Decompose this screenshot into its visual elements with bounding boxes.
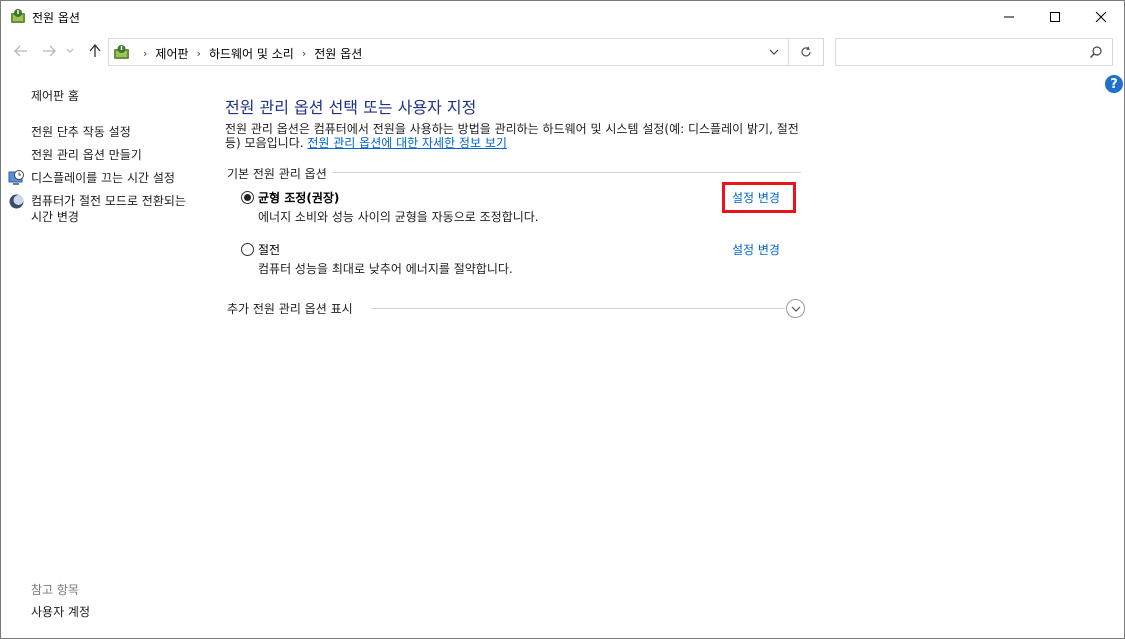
breadcrumb-power-options[interactable]: 전원 옵션 [314,45,362,62]
power-options-app-icon [11,9,25,23]
power-saver-plan-name[interactable]: 절전 [258,241,280,258]
minimize-button[interactable] [986,1,1032,32]
title-bar: 전원 옵션 [1,1,1124,32]
control-panel-home-link[interactable]: 제어판 홈 [31,87,79,104]
page-title: 전원 관리 옵션 선택 또는 사용자 지정 [225,98,477,117]
up-button[interactable] [86,41,104,61]
sleep-moon-icon [9,194,24,209]
breadcrumb-separator-icon[interactable]: › [302,47,306,60]
preferred-plans-heading: 기본 전원 관리 옵션 [227,165,333,182]
additional-plans-divider [371,308,785,309]
display-off-time-link[interactable]: 디스플레이를 끄는 시간 설정 [31,169,175,186]
balanced-plan-name[interactable]: 균형 조정(권장) [258,189,339,206]
expand-additional-plans-button[interactable] [786,299,805,318]
balanced-plan-radio[interactable] [241,191,254,204]
user-accounts-link[interactable]: 사용자 계정 [31,603,90,620]
breadcrumb-control-panel[interactable]: 제어판 [155,45,188,62]
more-info-link[interactable]: 전원 관리 옵션에 대한 자세한 정보 보기 [307,136,507,150]
help-icon[interactable]: ? [1105,75,1123,93]
breadcrumb-separator-icon: › [143,47,148,60]
control-panel-icon [114,45,129,59]
power-saver-plan-radio[interactable] [241,243,254,256]
chevron-down-icon [791,306,800,312]
minimize-icon [1004,16,1014,17]
show-additional-plans-label[interactable]: 추가 전원 관리 옵션 표시 [227,300,353,317]
page-description: 전원 관리 옵션은 컴퓨터에서 전원을 사용하는 방법을 관리하는 하드웨어 및… [225,122,815,150]
maximize-icon [1050,11,1060,22]
search-input[interactable] [835,38,1113,66]
breadcrumb-hardware-sound[interactable]: 하드웨어 및 소리 [209,45,294,62]
balanced-plan-description: 에너지 소비와 성능 사이의 균형을 자동으로 조정합니다. [258,210,539,224]
breadcrumb: › 제어판 › 하드웨어 및 소리 › 전원 옵션 [135,45,362,62]
address-divider [788,39,789,65]
create-power-plan-link[interactable]: 전원 관리 옵션 만들기 [31,146,142,163]
forward-button[interactable] [40,41,58,61]
power-saver-change-settings-link[interactable]: 설정 변경 [732,241,780,258]
close-button[interactable] [1078,1,1124,32]
maximize-button[interactable] [1032,1,1078,32]
breadcrumb-separator-icon[interactable]: › [197,47,201,60]
close-icon [1095,11,1107,22]
back-button[interactable] [12,41,30,61]
power-button-settings-link[interactable]: 전원 단추 작동 설정 [31,123,131,140]
address-bar[interactable]: › 제어판 › 하드웨어 및 소리 › 전원 옵션 [108,38,824,66]
display-clock-icon [8,170,24,185]
arrow-left-icon [14,45,27,57]
power-saver-plan-description: 컴퓨터 성능을 최대로 낮추어 에너지를 절약합니다. [258,262,513,276]
refresh-icon [801,46,811,57]
sleep-time-link[interactable]: 컴퓨터가 절전 모드로 전환되는 시간 변경 [31,193,196,225]
highlight-annotation-box [722,182,796,213]
window-title: 전원 옵션 [32,11,80,25]
power-options-window: 전원 옵션 › 제어판 › 하드웨어 및 소리 › 전원 옵션 ? 제어판 홈 … [0,0,1125,639]
chevron-down-icon [769,49,779,55]
recent-locations-button[interactable] [63,41,77,61]
chevron-down-icon [66,48,74,53]
arrow-right-icon [43,45,56,57]
search-icon [1090,46,1102,58]
arrow-up-icon [89,44,101,57]
see-also-heading: 참고 항목 [31,583,79,597]
refresh-button[interactable] [792,39,820,65]
address-history-button[interactable] [760,39,788,65]
